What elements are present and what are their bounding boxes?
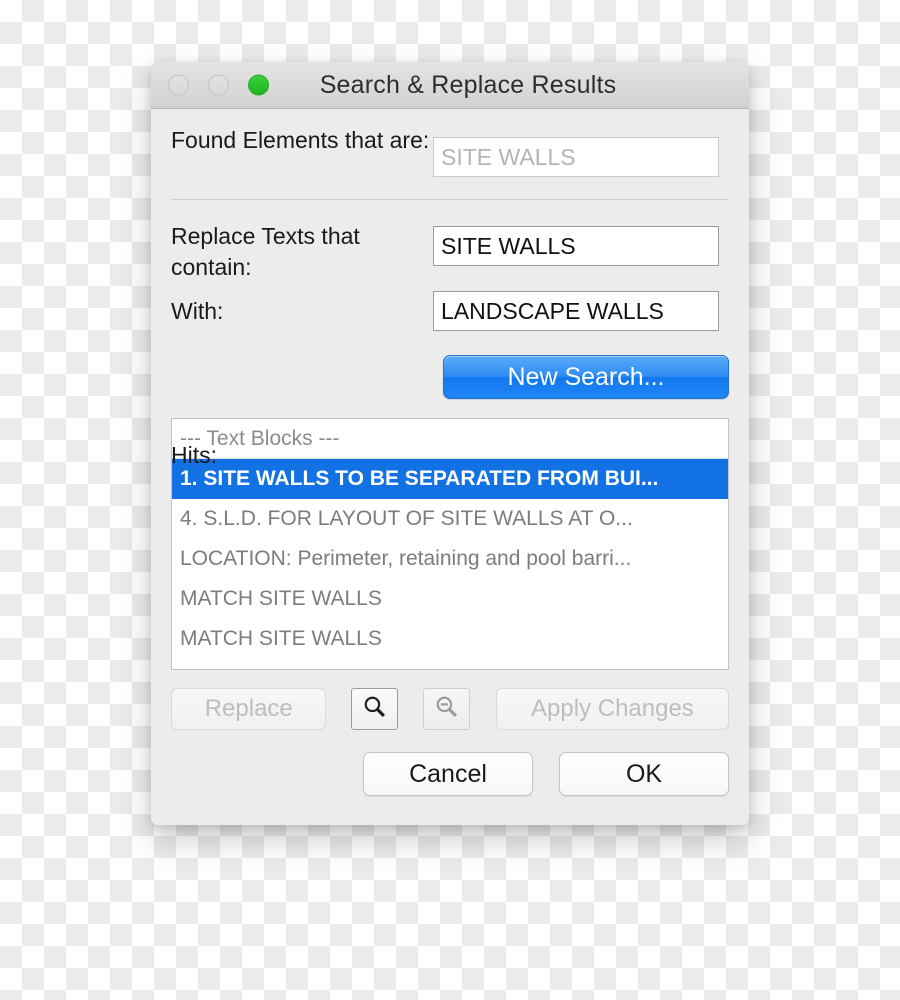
close-button[interactable]	[168, 74, 189, 96]
hits-label: Hits:	[171, 442, 217, 468]
list-item[interactable]: LOCATION: Perimeter, retaining and pool …	[172, 539, 728, 579]
search-replace-dialog: Search & Replace Results Found Elements …	[151, 62, 749, 825]
with-field[interactable]: LANDSCAPE WALLS	[433, 291, 719, 332]
replace-texts-label: Replace Texts that contain:	[171, 223, 360, 281]
zoom-button[interactable]	[248, 74, 269, 96]
list-item[interactable]: MATCH SITE WALLS	[172, 619, 728, 659]
replace-button[interactable]: Replace	[171, 688, 327, 731]
zoom-out-button[interactable]	[423, 688, 470, 731]
hits-list[interactable]: --- Text Blocks --- 1. SITE WALLS TO BE …	[171, 418, 729, 671]
magnifier-minus-icon	[434, 694, 459, 724]
dialog-button-row: Cancel OK	[171, 752, 729, 797]
magnifier-icon	[362, 694, 387, 724]
with-row: With: LANDSCAPE WALLS	[171, 283, 729, 332]
title-bar: Search & Replace Results	[151, 62, 749, 109]
hits-group-header: --- Text Blocks ---	[172, 419, 728, 460]
found-elements-row: Found Elements that are: SITE WALLS	[171, 109, 729, 177]
found-elements-label: Found Elements that are:	[171, 127, 430, 153]
traffic-light-group	[168, 74, 269, 96]
minimize-button[interactable]	[208, 74, 229, 96]
with-label: With:	[171, 298, 224, 325]
ok-button[interactable]: OK	[559, 752, 729, 797]
dialog-content: Found Elements that are: SITE WALLS Repl…	[151, 109, 749, 797]
replace-texts-field[interactable]: SITE WALLS	[433, 226, 719, 266]
apply-changes-button[interactable]: Apply Changes	[495, 688, 730, 731]
replace-texts-row: Replace Texts that contain: SITE WALLS	[171, 200, 729, 283]
zoom-in-button[interactable]	[351, 688, 399, 731]
new-search-row: New Search...	[171, 355, 729, 400]
cancel-button[interactable]: Cancel	[363, 752, 533, 797]
found-elements-field[interactable]: SITE WALLS	[433, 137, 719, 177]
action-button-row: Replace Apply Changes	[171, 688, 730, 731]
new-search-button[interactable]: New Search...	[443, 355, 729, 400]
list-item[interactable]: MATCH SITE WALLS	[172, 579, 728, 619]
list-item[interactable]: 1. SITE WALLS TO BE SEPARATED FROM BUI..…	[172, 459, 728, 500]
list-item[interactable]: 4. S.L.D. FOR LAYOUT OF SITE WALLS AT O.…	[172, 499, 728, 539]
